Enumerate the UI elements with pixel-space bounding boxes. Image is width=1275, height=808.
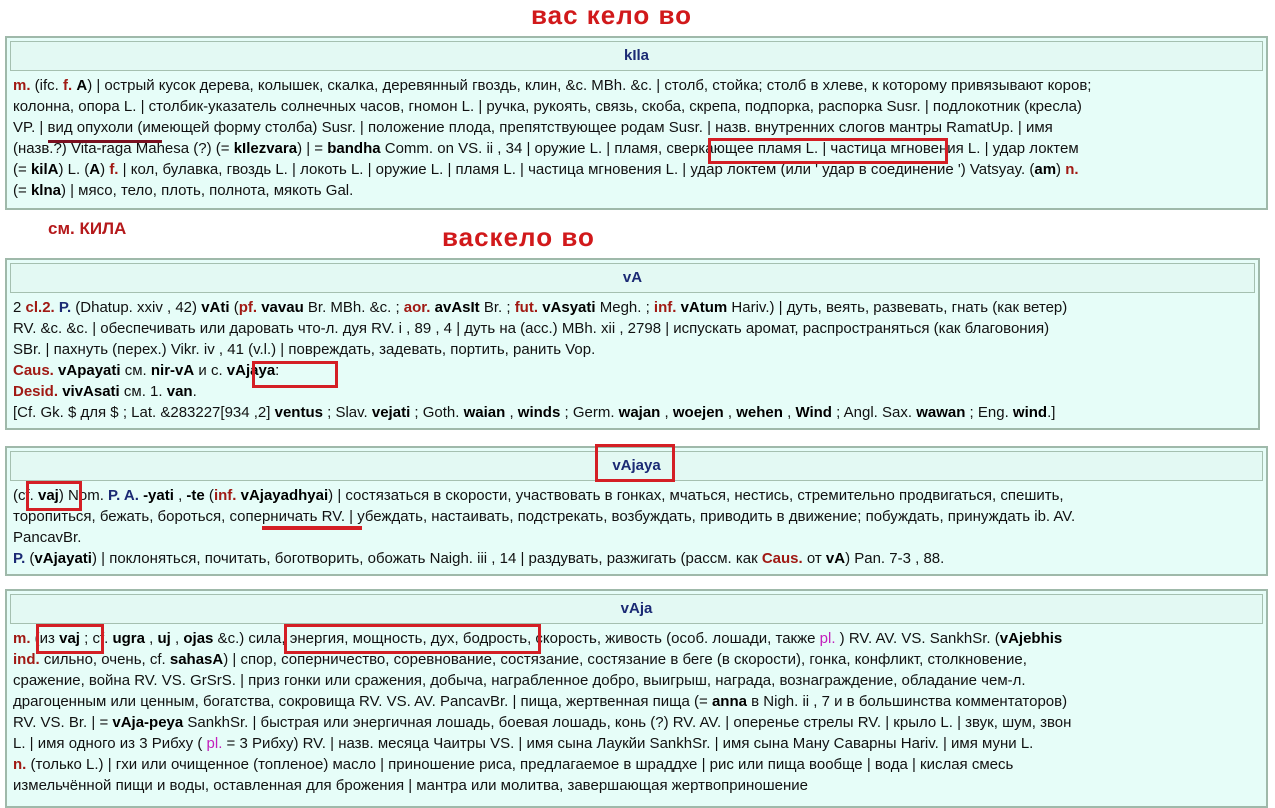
entry-body: m. (ifc. f. A) | острый кусок дерева, ко… [7, 71, 1266, 201]
entry-line: ind. сильно, очень, cf. sahasA) | спор, … [13, 651, 1027, 668]
highlight-box-iz-vaj [36, 624, 104, 654]
annotation-top: вас кело во [531, 0, 693, 30]
highlight-box-vajaya-title [595, 444, 675, 482]
entry-line: измельчённой пищи и воды, оставленная дл… [13, 777, 809, 794]
entry-body: (cf. vaj) Nom. P. A. -yati , -te (inf. v… [7, 481, 1266, 569]
entry-line: PancavBr. [13, 529, 82, 546]
entry-line: Caus. vApayati см. nir-vA и с. vAjaya: [13, 362, 280, 379]
entry-title: vA [10, 263, 1255, 293]
underline-tumor [48, 140, 162, 143]
entry-line: m. (ifc. f. A) | острый кусок дерева, ко… [13, 77, 1092, 94]
entry-line: VP. | вид опухоли (имеющей форму столба)… [13, 119, 1053, 136]
highlight-box-flame [708, 138, 948, 164]
underline-compete [262, 526, 362, 530]
annotation-see-kila: см. КИЛА [48, 219, 127, 238]
entry-body: m. (из vaj ; cf. ugra , uj , ojas &c.) с… [7, 624, 1266, 796]
entry-line: (назв.?) Vita-raga Mahesa (?) (= kIlezva… [13, 140, 1079, 157]
highlight-box-cf-vaj [26, 481, 82, 511]
entry-line: L. | имя одного из 3 Рибху ( pl. = 3 Риб… [13, 735, 1034, 752]
entry-line: драгоценным или ценным, богатства, сокро… [13, 693, 1068, 710]
entry-line: P. (vAjayati) | поклоняться, почитать, б… [13, 550, 945, 567]
entry-line: m. (из vaj ; cf. ugra , uj , ojas &c.) с… [13, 630, 1063, 647]
entry-line: (= kilA) L. (A) f. | кол, булавка, гвозд… [13, 161, 1079, 178]
entry-line: колонна, опора L. | столбик-указатель со… [13, 98, 1082, 115]
entry-body: 2 cl.2. P. (Dhatup. xxiv , 42) vAti (pf.… [7, 293, 1258, 423]
entry-kila: kIla m. (ifc. f. A) | острый кусок дерев… [5, 36, 1268, 210]
annotation-middle: васкело во [442, 222, 595, 252]
entry-vaja: vAja m. (из vaj ; cf. ugra , uj , ojas &… [5, 589, 1268, 808]
entry-line: n. (только L.) | гхи или очищенное (топл… [13, 756, 1014, 773]
entry-line: RV. &c. &c. | обеспечивать или даровать … [13, 320, 1050, 337]
entry-line: сражение, война RV. VS. GrSrS. | приз го… [13, 672, 1026, 689]
entry-line: (cf. vaj) Nom. P. A. -yati , -te (inf. v… [13, 487, 1064, 504]
entry-line: RV. VS. Br. | = vAja-peya SankhSr. | быс… [13, 714, 1072, 731]
entry-line: (= klna) | мясо, тело, плоть, полнота, м… [13, 182, 354, 199]
highlight-box-strength [284, 624, 541, 654]
entry-line: Desid. vivAsati см. 1. van. [13, 383, 197, 400]
entry-line: SBr. | пахнуть (перех.) Vikr. iv , 41 (v… [13, 341, 596, 358]
entry-title: kIla [10, 41, 1263, 71]
entry-line: торопиться, бежать, бороться, соперничат… [13, 508, 1076, 525]
entry-line: 2 cl.2. P. (Dhatup. xxiv , 42) vAti (pf.… [13, 299, 1068, 316]
entry-title: vAja [10, 594, 1263, 624]
entry-va: vA 2 cl.2. P. (Dhatup. xxiv , 42) vAti (… [5, 258, 1260, 430]
entry-line: [Cf. Gk. $ для $ ; Lat. &283227[934 ,2] … [13, 404, 1056, 421]
highlight-box-vajaya-ref [252, 361, 338, 388]
